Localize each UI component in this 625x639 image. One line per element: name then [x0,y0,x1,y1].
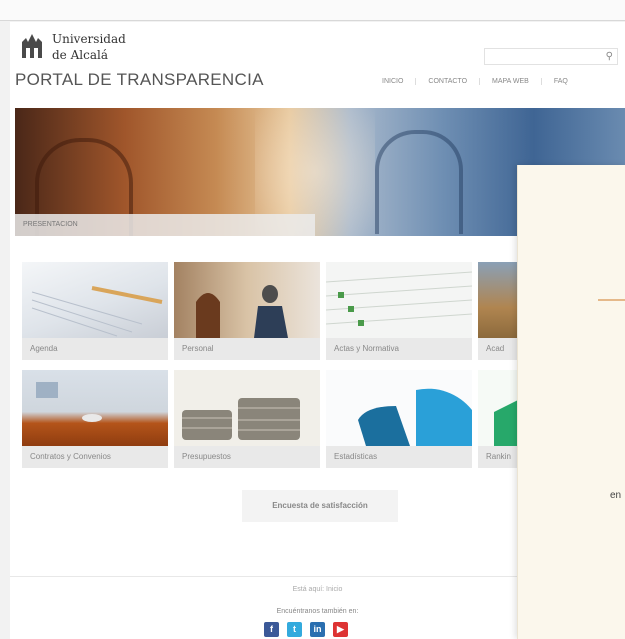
checklist-icon [326,271,472,326]
portal-title: PORTAL DE TRANSPARENCIA [15,70,264,89]
tile-presupuestos[interactable]: Presupuestos [174,370,320,468]
tile-presupuestos-label: Presupuestos [174,446,320,468]
youtube-icon[interactable]: ▶ [333,622,348,637]
coin-stacks-icon [182,398,300,440]
tile-contratos-label: Contratos y Convenios [22,446,168,468]
tile-academica-label: Acad [478,338,518,360]
tile-estadisticas-label: Estadísticas [326,446,472,468]
office-desk-icon [36,382,102,422]
tile-presupuestos-image [174,370,320,446]
tile-personal-label: Personal [174,338,320,360]
university-logo[interactable]: Universidad de Alcalá [18,30,158,68]
tile-estadisticas[interactable]: Estadísticas [326,370,472,468]
ranking-chart-icon [494,400,518,446]
tile-rankings[interactable]: Rankin [478,370,518,468]
tile-personal-image [174,262,320,338]
tile-actas-label: Actas y Normativa [326,338,472,360]
tile-agenda-label: Agenda [22,338,168,360]
tile-academica[interactable]: Acad [478,262,518,360]
banner-arch-right [375,130,463,234]
tile-agenda[interactable]: Agenda [22,262,168,360]
tile-rankings-image [478,370,518,446]
modal-text-fragment: en [610,490,622,501]
linkedin-icon[interactable]: in [310,622,325,637]
nav-item-mapa-web[interactable]: MAPA WEB [479,78,541,85]
facebook-icon[interactable]: f [264,622,279,637]
social-links: f t in ▶ [264,622,348,637]
browser-top-strip [0,0,625,21]
search-icon[interactable]: ⚲ [606,51,613,62]
university-crest-icon [22,34,42,58]
tile-agenda-image [22,262,168,338]
banner-label: PRESENTACION [15,214,315,236]
pie-chart-icon [358,388,472,446]
nav-item-inicio[interactable]: INICIO [370,78,415,85]
satisfaction-survey-button[interactable]: Encuesta de satisfacción [242,490,398,522]
top-navigation: INICIO CONTACTO MAPA WEB FAQ [370,78,580,85]
tile-rankings-label: Rankin [478,446,518,468]
university-name-line1: Universidad [52,32,126,46]
tile-actas-image [326,262,472,338]
doorway-person-icon [196,285,288,338]
modal-accent-line [598,299,625,301]
nav-item-contacto[interactable]: CONTACTO [415,78,479,85]
tile-personal[interactable]: Personal [174,262,320,360]
tile-contratos-convenios[interactable]: Contratos y Convenios [22,370,168,468]
tile-contratos-image [22,370,168,446]
modal-panel[interactable]: en [517,165,625,639]
nav-item-faq[interactable]: FAQ [540,78,580,85]
tile-academica-image [478,262,518,338]
tile-actas-normativa[interactable]: Actas y Normativa [326,262,472,360]
twitter-icon[interactable]: t [287,622,302,637]
search-input[interactable]: ⚲ [484,48,618,65]
tile-estadisticas-image [326,370,472,446]
notebook-pencil-icon [31,286,163,337]
university-name-line2: de Alcalá [52,48,108,62]
